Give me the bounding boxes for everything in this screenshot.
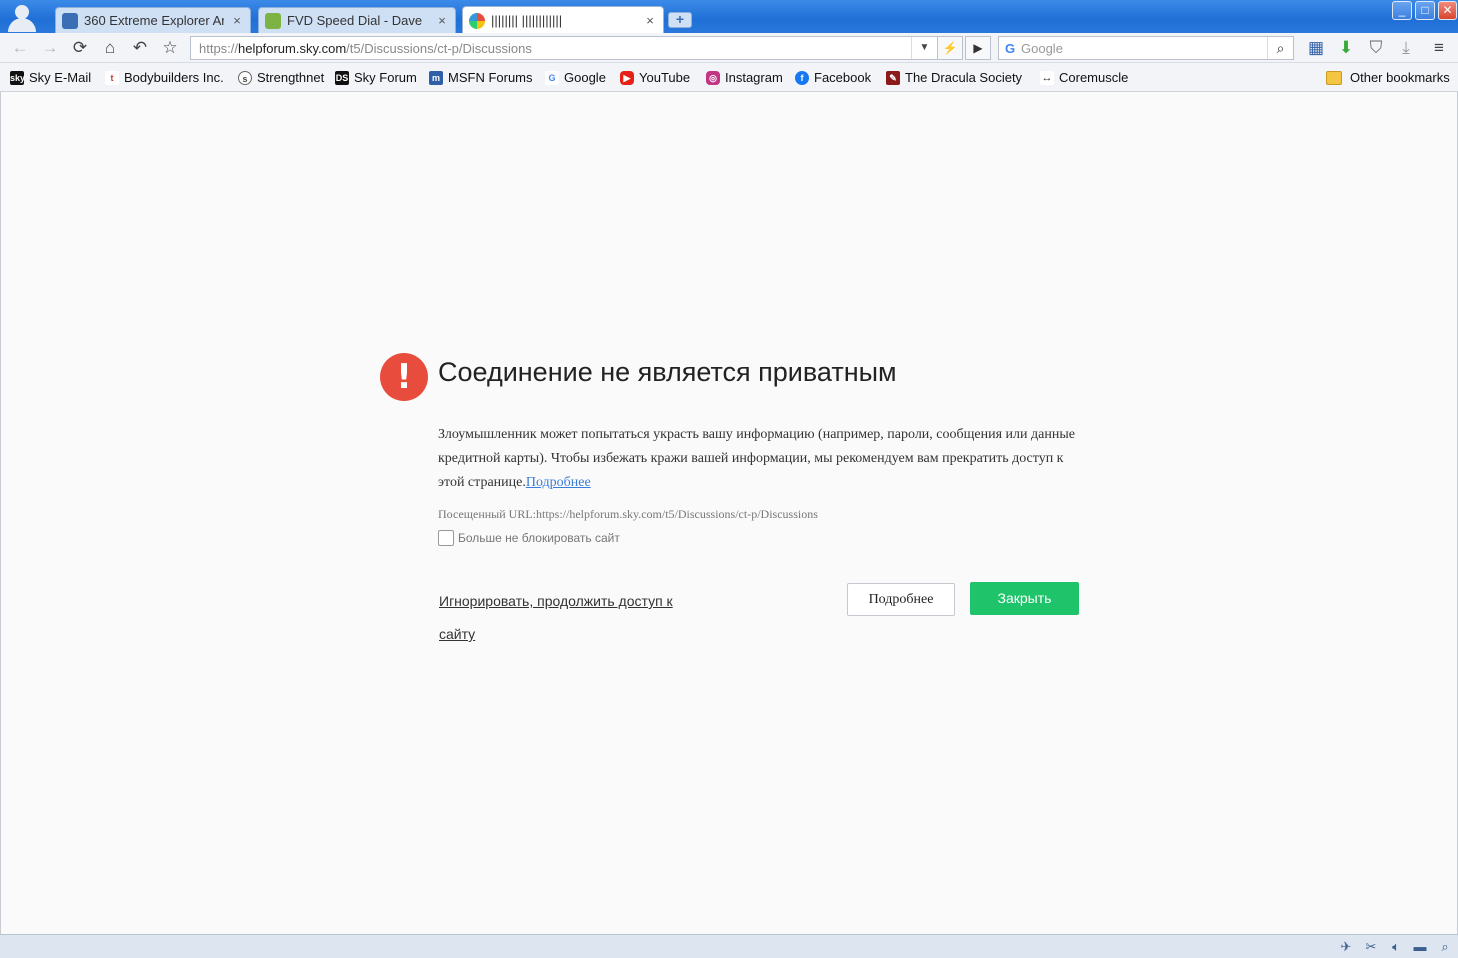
msfn-icon: m	[429, 70, 443, 85]
home-icon	[265, 12, 281, 29]
sky-icon: sky	[10, 70, 26, 85]
ds-icon: DS	[335, 70, 349, 85]
download-icon[interactable]: ⤓	[1396, 38, 1416, 58]
loading-icon	[469, 12, 485, 29]
tab-close-icon[interactable]: ×	[230, 13, 244, 28]
ignore-continue-link[interactable]: Игнорировать, продолжить доступ к сайту	[439, 585, 679, 651]
bookmark-strengthnet[interactable]: s Strengthnet	[238, 69, 324, 86]
download-arrow-icon[interactable]: ⬇	[1336, 38, 1356, 58]
dracula-icon: ✎	[886, 70, 900, 85]
bookmark-facebook[interactable]: f Facebook	[795, 69, 871, 86]
tab-close-icon[interactable]: ×	[435, 13, 449, 28]
error-title: Соединение не является приватным	[438, 357, 897, 387]
lightning-icon[interactable]: ⚡	[937, 36, 963, 60]
zoom-icon[interactable]: ⌕	[1436, 938, 1454, 956]
bookmark-dracula-society[interactable]: ✎ The Dracula Society	[886, 69, 1022, 86]
bookmark-msfn-forums[interactable]: m MSFN Forums	[429, 69, 533, 86]
forward-icon[interactable]: →	[40, 38, 60, 58]
close-page-button[interactable]: Закрыть	[970, 582, 1079, 615]
device-icon[interactable]: ▬	[1411, 938, 1429, 956]
reload-icon[interactable]: ⟳	[70, 38, 90, 58]
t-icon: t	[105, 70, 119, 85]
tab-title: FVD Speed Dial - Dave	[287, 13, 423, 28]
google-icon: G	[1004, 40, 1016, 56]
maximize-button[interactable]: □	[1415, 1, 1435, 20]
speed-dial-icon[interactable]: ▦	[1306, 38, 1326, 58]
close-window-button[interactable]: ✕	[1438, 1, 1457, 20]
tab-title: |||||||| ||||||||||||	[491, 13, 563, 28]
bookmark-instagram[interactable]: ◎ Instagram	[706, 69, 783, 86]
tab-fvd-speed-dial[interactable]: FVD Speed Dial - Dave ×	[258, 7, 456, 33]
bookmark-google[interactable]: G Google	[545, 69, 606, 86]
page-content: ! Соединение не является приватным Злоум…	[0, 92, 1458, 934]
bookmark-bodybuilders[interactable]: t Bodybuilders Inc.	[105, 69, 224, 86]
bookmark-star-icon[interactable]: ☆	[160, 38, 180, 58]
undo-close-tab-icon[interactable]: ↶	[130, 38, 150, 58]
visited-url: Посещенный URL:https://helpforum.sky.com…	[438, 507, 818, 521]
menu-icon[interactable]: ≡	[1429, 38, 1449, 58]
user-avatar-icon[interactable]	[4, 2, 40, 32]
go-icon[interactable]: ▶	[965, 36, 991, 60]
bookmark-sky-email[interactable]: sky Sky E-Mail	[10, 69, 91, 86]
search-box[interactable]: G Google ⌕	[998, 36, 1294, 60]
status-bar: ✈ ✂ 🔈︎ ▬ ⌕	[0, 934, 1458, 958]
bookmark-youtube[interactable]: ▶ YouTube	[620, 69, 690, 86]
minimize-button[interactable]: _	[1392, 1, 1412, 20]
bookmarks-bar: sky Sky E-Mail t Bodybuilders Inc. s Str…	[0, 63, 1458, 92]
shield-icon[interactable]: ⛉	[1366, 38, 1386, 58]
error-description: Злоумышленник может попытаться украсть в…	[438, 427, 1075, 490]
home-icon[interactable]: ⌂	[100, 38, 120, 58]
url-text: https://helpforum.sky.com/t5/Discussions…	[199, 40, 532, 56]
back-icon[interactable]: ←	[10, 38, 30, 58]
search-placeholder: Google	[1021, 40, 1063, 56]
arrows-icon: ↔	[1040, 70, 1054, 85]
no-image-icon[interactable]: ✈	[1337, 938, 1355, 956]
error-warning-icon: !	[380, 353, 428, 401]
tab-title: 360 Extreme Explorer Ar	[84, 13, 224, 28]
volume-icon[interactable]: 🔈︎	[1387, 938, 1405, 956]
brush-icon[interactable]: ✂	[1362, 938, 1380, 956]
new-tab-button[interactable]: +	[668, 12, 692, 28]
tab-close-icon[interactable]: ×	[643, 13, 657, 28]
facebook-icon: f	[795, 70, 809, 85]
msfn-icon	[62, 12, 78, 29]
dont-block-checkbox[interactable]: Больше не блокировать сайт	[438, 530, 620, 546]
navigation-toolbar: ← → ⟳ ⌂ ↶ ☆ https://helpforum.sky.com/t5…	[0, 33, 1458, 63]
title-bar: 360 Extreme Explorer Ar × FVD Speed Dial…	[0, 0, 1458, 34]
search-icon[interactable]: ⌕	[1267, 37, 1293, 59]
tab-360-extreme-explorer[interactable]: 360 Extreme Explorer Ar ×	[55, 7, 251, 33]
bookmark-sky-forum[interactable]: DS Sky Forum	[335, 69, 417, 86]
tab-current[interactable]: |||||||| |||||||||||| ×	[462, 6, 664, 34]
address-bar[interactable]: https://helpforum.sky.com/t5/Discussions…	[190, 36, 938, 60]
checkbox[interactable]	[438, 530, 454, 546]
bookmark-coremuscle[interactable]: ↔ Coremuscle	[1040, 69, 1128, 86]
more-details-button[interactable]: Подробнее	[847, 583, 955, 616]
folder-icon	[1326, 70, 1342, 85]
instagram-icon: ◎	[706, 70, 720, 85]
other-bookmarks[interactable]: Other bookmarks	[1326, 69, 1450, 86]
youtube-icon: ▶	[620, 70, 634, 85]
google-icon: G	[545, 70, 559, 85]
s-swirl-icon: s	[238, 70, 252, 85]
url-dropdown-icon[interactable]: ▼	[911, 37, 937, 59]
more-info-link[interactable]: Подробнее	[526, 475, 591, 490]
